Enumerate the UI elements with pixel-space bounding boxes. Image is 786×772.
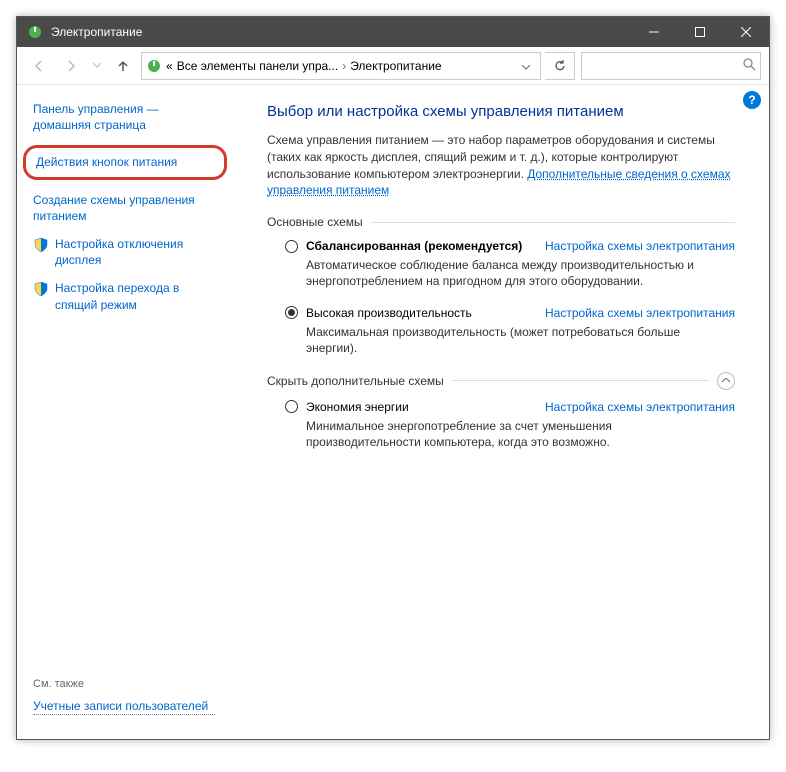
app-icon (27, 24, 43, 40)
address-dropdown-icon[interactable] (516, 59, 536, 73)
basic-plans-label: Основные схемы (267, 215, 363, 229)
body: Панель управления — домашняя страница Де… (17, 85, 769, 739)
see-also-label: См. также (33, 678, 215, 690)
forward-button[interactable] (57, 52, 85, 80)
plan-balanced-radio[interactable] (285, 240, 298, 253)
breadcrumb-parent[interactable]: Все элементы панели упра... (177, 59, 339, 73)
sidebar-sleep-link[interactable]: Настройка перехода в спящий режим (33, 280, 215, 312)
plan-high-name: Высокая производительность (306, 306, 472, 320)
plan-high-config-link[interactable]: Настройка схемы электропитания (545, 306, 735, 320)
basic-plans-header: Основные схемы (267, 215, 735, 229)
intro-text: Схема управления питанием — это набор па… (267, 132, 735, 199)
plan-saver-name: Экономия энергии (306, 400, 409, 414)
shield-icon (33, 281, 49, 297)
sidebar-display-off-link[interactable]: Настройка отключения дисплея (33, 236, 215, 268)
sidebar-home-link[interactable]: Панель управления — домашняя страница (33, 101, 215, 133)
search-box[interactable] (581, 52, 761, 80)
window-title: Электропитание (51, 25, 631, 39)
up-button[interactable] (109, 52, 137, 80)
power-icon (146, 58, 162, 74)
back-button[interactable] (25, 52, 53, 80)
refresh-button[interactable] (545, 52, 575, 80)
plan-high-desc: Максимальная производительность (может п… (306, 324, 696, 356)
minimize-button[interactable] (631, 17, 677, 47)
additional-plans-label: Скрыть дополнительные схемы (267, 374, 444, 388)
plan-saver-config-link[interactable]: Настройка схемы электропитания (545, 400, 735, 414)
main-content: ? Выбор или настройка схемы управления п… (227, 85, 769, 739)
shield-icon (33, 237, 49, 253)
sidebar-button-actions-link[interactable]: Действия кнопок питания (23, 145, 227, 179)
search-input[interactable] (588, 59, 743, 73)
plan-balanced-name: Сбалансированная (рекомендуется) (306, 239, 522, 253)
power-options-window: Электропитание « Все элементы панели упр… (16, 16, 770, 740)
plan-balanced-config-link[interactable]: Настройка схемы электропитания (545, 239, 735, 253)
additional-plans-header[interactable]: Скрыть дополнительные схемы (267, 372, 735, 390)
plan-saver-desc: Минимальное энергопотребление за счет ум… (306, 418, 696, 450)
plan-saver-radio[interactable] (285, 400, 298, 413)
titlebar: Электропитание (17, 17, 769, 47)
plan-balanced-desc: Автоматическое соблюдение баланса между … (306, 257, 696, 289)
plan-balanced: Сбалансированная (рекомендуется) Настрой… (285, 239, 735, 289)
breadcrumb-separator-icon[interactable]: › (342, 59, 346, 73)
sidebar-user-accounts-link[interactable]: Учетные записи пользователей (33, 698, 215, 715)
plan-high: Высокая производительность Настройка схе… (285, 306, 735, 356)
breadcrumb-current[interactable]: Электропитание (350, 59, 441, 73)
navbar: « Все элементы панели упра... › Электроп… (17, 47, 769, 85)
collapse-icon[interactable] (717, 372, 735, 390)
sidebar-create-plan-link[interactable]: Создание схемы управления питанием (33, 192, 215, 224)
breadcrumb-prefix: « (166, 59, 173, 73)
help-icon[interactable]: ? (743, 91, 761, 109)
sidebar: Панель управления — домашняя страница Де… (17, 85, 227, 739)
plan-high-radio[interactable] (285, 306, 298, 319)
plan-saver: Экономия энергии Настройка схемы электро… (285, 400, 735, 450)
sidebar-bottom: См. также Учетные записи пользователей (33, 658, 215, 727)
search-icon[interactable] (743, 58, 756, 74)
history-dropdown[interactable] (89, 52, 105, 80)
page-title: Выбор или настройка схемы управления пит… (267, 103, 735, 120)
close-button[interactable] (723, 17, 769, 47)
maximize-button[interactable] (677, 17, 723, 47)
address-bar[interactable]: « Все элементы панели упра... › Электроп… (141, 52, 541, 80)
